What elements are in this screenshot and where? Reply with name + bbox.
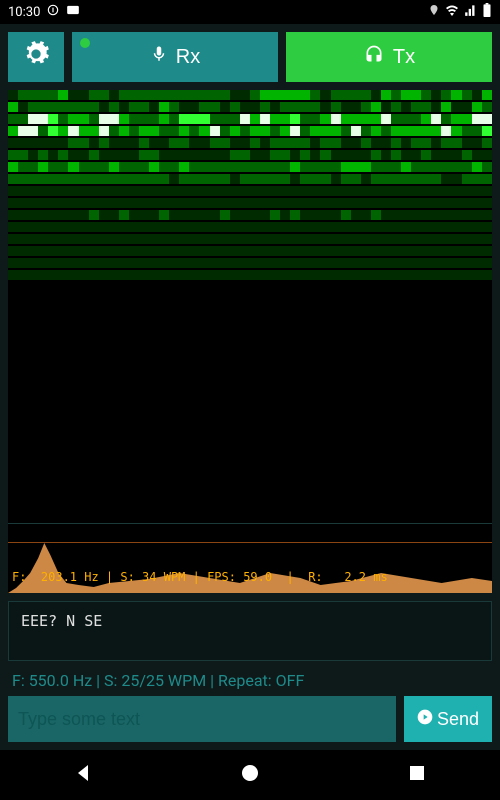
spectrum-readout: F: 203.1 Hz | S: 34 WPM | FPS: 59.0 | R:… — [12, 570, 488, 584]
rx-label: Rx — [176, 46, 200, 69]
card-icon — [66, 4, 80, 20]
wifi-icon — [444, 4, 460, 20]
pip-icon — [46, 3, 60, 21]
bottom-panel: F: 550.0 Hz | S: 25/25 WPM | Repeat: OFF… — [8, 669, 492, 742]
decoded-text-box: EEE? N SE — [8, 601, 492, 661]
rx-active-indicator — [80, 38, 90, 48]
mic-icon — [150, 43, 168, 71]
android-nav-bar — [0, 750, 500, 800]
send-button[interactable]: Send — [404, 696, 492, 742]
tx-status-line: F: 550.0 Hz | S: 25/25 WPM | Repeat: OFF — [8, 669, 492, 692]
tx-label: Tx — [393, 46, 415, 69]
decoded-text: EEE? N SE — [21, 612, 102, 630]
settings-button[interactable] — [8, 32, 64, 82]
app-content: Rx Tx F: 203.1 Hz | S: 34 WPM | FPS: 59.… — [0, 24, 500, 750]
send-label: Send — [437, 709, 479, 730]
headset-icon — [363, 44, 385, 70]
android-status-bar: 10:30 — [0, 0, 500, 24]
waterfall-display[interactable]: F: 203.1 Hz | S: 34 WPM | FPS: 59.0 | R:… — [8, 90, 492, 593]
signal-icon — [464, 4, 478, 20]
status-time: 10:30 — [8, 5, 40, 20]
gears-icon — [22, 40, 50, 74]
nav-back-icon[interactable] — [71, 761, 95, 789]
location-icon — [428, 3, 440, 21]
nav-recent-icon[interactable] — [405, 761, 429, 789]
nav-home-icon[interactable] — [238, 761, 262, 789]
play-icon — [417, 709, 433, 730]
tx-text-input[interactable] — [8, 696, 396, 742]
tx-button[interactable]: Tx — [286, 32, 492, 82]
mode-toolbar: Rx Tx — [8, 32, 492, 82]
spectrum-panel: F: 203.1 Hz | S: 34 WPM | FPS: 59.0 | R:… — [8, 523, 492, 593]
battery-icon — [482, 3, 492, 21]
rx-button[interactable]: Rx — [72, 32, 278, 82]
